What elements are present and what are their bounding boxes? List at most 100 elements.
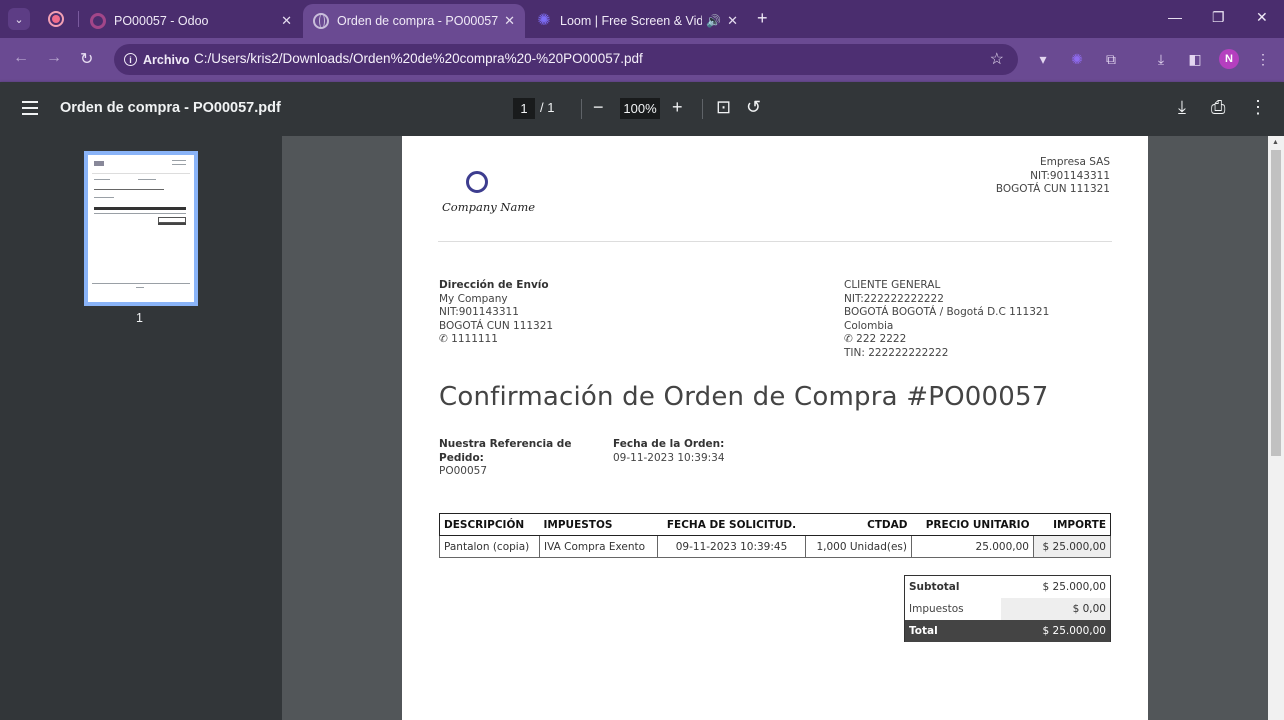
order-date-label: Fecha de la Orden: xyxy=(613,438,725,450)
total-label: Total xyxy=(904,619,1001,642)
shipping-heading: Dirección de Envío xyxy=(439,279,549,291)
client-city: BOGOTÁ BOGOTÁ / Bogotá D.C 111321 xyxy=(844,306,1050,318)
speaker-icon[interactable]: 🔊 xyxy=(706,14,721,28)
client-address: CLIENTE GENERAL NIT:222222222222 BOGOTÁ … xyxy=(844,279,1049,360)
client-name: CLIENTE GENERAL xyxy=(844,279,941,291)
zoom-input[interactable]: 100% xyxy=(620,98,660,119)
download-icon[interactable]: ⤓ xyxy=(1152,50,1170,68)
forward-arrow-icon[interactable]: → xyxy=(46,49,62,67)
site-info-chip[interactable]: i Archivo xyxy=(120,48,198,71)
restore-button[interactable]: ❐ xyxy=(1212,9,1225,26)
tax-value: $ 0,00 xyxy=(1000,597,1111,620)
new-tab-button[interactable]: + xyxy=(757,8,768,29)
info-icon: i xyxy=(124,53,137,66)
column-header: PRECIO UNITARIO xyxy=(911,513,1034,536)
tab-odoo[interactable]: PO00057 - Odoo ✕ xyxy=(80,4,302,38)
loom-extension-icon[interactable]: ✺ xyxy=(1068,50,1086,68)
shipping-phone: 1111111 xyxy=(451,333,498,345)
page-total: / 1 xyxy=(540,100,555,115)
tab-title: PO00057 - Odoo xyxy=(114,14,209,28)
shipping-nit: NIT:901143311 xyxy=(439,306,519,318)
thumbnail-line xyxy=(94,197,114,198)
back-arrow-icon[interactable]: ← xyxy=(13,49,29,67)
pdf-page: Company Name Empresa SAS NIT:901143311 B… xyxy=(402,136,1148,720)
scrollbar-thumb[interactable] xyxy=(1271,150,1281,456)
tab-title: Orden de compra - PO00057.pdf xyxy=(337,14,499,28)
thumbnail-table xyxy=(94,207,186,210)
tax-label: Impuestos xyxy=(909,602,964,615)
address-bar[interactable]: i Archivo C:/Users/kris2/Downloads/Orden… xyxy=(114,44,1018,75)
divider xyxy=(702,99,703,119)
more-options-icon[interactable]: ⋮ xyxy=(1249,96,1267,118)
menu-icon[interactable] xyxy=(22,101,38,115)
window-close-button[interactable]: ✕ xyxy=(1256,9,1268,26)
order-reference: Nuestra Referencia de Pedido: PO00057 xyxy=(439,438,579,479)
subtotal-row: Subtotal $ 25.000,00 xyxy=(904,575,1111,598)
thumbnail-line xyxy=(138,179,156,180)
phone-icon: ✆ xyxy=(844,333,853,345)
print-icon[interactable]: ⎙ xyxy=(1211,96,1225,118)
download-icon[interactable]: ⤓ xyxy=(1178,96,1186,118)
table-row: Pantalon (copia) IVA Compra Exento 09-11… xyxy=(439,535,1111,558)
client-country: Colombia xyxy=(844,319,894,332)
tab-search-button[interactable]: ⌄ xyxy=(8,8,30,30)
company-header: Empresa SAS NIT:901143311 BOGOTÁ CUN 111… xyxy=(996,156,1110,197)
document-title: Orden de compra - PO00057.pdf xyxy=(60,100,281,116)
tax-row: Impuestos $ 0,00 xyxy=(905,597,1111,620)
subtotal-value: $ 25.000,00 xyxy=(1000,575,1111,598)
table-cell: Pantalon (copia) xyxy=(439,535,540,558)
fit-page-icon[interactable]: ⊡ xyxy=(716,96,731,118)
reload-icon[interactable]: ↻ xyxy=(80,49,93,69)
scrollbar[interactable]: ▲ xyxy=(1268,136,1284,720)
zoom-out-icon[interactable]: − xyxy=(593,96,604,118)
site-info-label: Archivo xyxy=(143,52,190,67)
page-thumbnail[interactable] xyxy=(84,151,198,306)
company-logo xyxy=(466,171,488,193)
url-text[interactable]: C:/Users/kris2/Downloads/Orden%20de%20co… xyxy=(194,51,643,66)
divider xyxy=(581,99,582,119)
tab-loom[interactable]: ✺ Loom | Free Screen & Video Recording 🔊… xyxy=(526,4,748,38)
column-header: CTDAD xyxy=(805,513,912,536)
company-nit: NIT:901143311 xyxy=(1030,169,1110,182)
odoo-icon xyxy=(90,13,106,29)
zoom-in-icon[interactable]: + xyxy=(672,96,683,118)
side-panel-icon[interactable]: ◧ xyxy=(1186,50,1204,68)
tab-pdf[interactable]: Orden de compra - PO00057.pdf ✕ xyxy=(303,4,525,38)
thumbnail-line xyxy=(94,189,164,190)
recording-indicator-icon[interactable] xyxy=(48,11,64,27)
extension-icon[interactable]: ▾ xyxy=(1034,50,1052,68)
order-date-value: 09-11-2023 10:39:34 xyxy=(613,451,725,464)
shipping-name: My Company xyxy=(439,292,508,305)
loom-icon: ✺ xyxy=(537,12,551,29)
thumbnail-sidebar: 1 xyxy=(0,136,282,720)
order-reference-value: PO00057 xyxy=(439,465,487,477)
close-icon[interactable]: ✕ xyxy=(727,13,738,29)
phone-icon: ✆ xyxy=(439,333,448,345)
thumbnail-logo xyxy=(94,161,104,166)
menu-dots-icon[interactable]: ⋮ xyxy=(1254,50,1272,68)
order-date: Fecha de la Orden: 09-11-2023 10:39:34 xyxy=(613,438,725,465)
tab-divider xyxy=(78,11,79,27)
thumbnail-line xyxy=(136,287,144,288)
avatar[interactable]: N xyxy=(1219,49,1239,69)
tab-strip: ⌄ PO00057 - Odoo ✕ Orden de compra - PO0… xyxy=(0,0,1284,38)
column-header: IMPORTE xyxy=(1033,513,1111,536)
order-lines-table: DESCRIPCIÓN IMPUESTOS FECHA DE SOLICITUD… xyxy=(439,513,1111,558)
thumbnail-line xyxy=(92,283,190,284)
extensions-puzzle-icon[interactable]: ⧉ xyxy=(1102,50,1120,68)
table-header-row: DESCRIPCIÓN IMPUESTOS FECHA DE SOLICITUD… xyxy=(439,513,1111,536)
column-header: DESCRIPCIÓN xyxy=(439,513,540,536)
company-city: BOGOTÁ CUN 111321 xyxy=(995,183,1110,195)
scroll-up-icon[interactable]: ▲ xyxy=(1272,139,1279,146)
bookmark-star-icon[interactable]: ☆ xyxy=(990,49,1004,69)
thumbnail-line xyxy=(172,164,186,165)
page-number-input[interactable]: 1 xyxy=(513,98,535,119)
table-cell: 25.000,00 xyxy=(911,535,1034,558)
rotate-icon[interactable]: ↺ xyxy=(746,96,761,118)
thumbnail-line xyxy=(94,179,110,180)
close-icon[interactable]: ✕ xyxy=(504,13,515,29)
document-heading: Confirmación de Orden de Compra #PO00057 xyxy=(439,382,1049,412)
shipping-address: Dirección de Envío My Company NIT:901143… xyxy=(439,279,553,347)
close-icon[interactable]: ✕ xyxy=(281,13,292,29)
minimize-button[interactable]: — xyxy=(1168,9,1182,25)
